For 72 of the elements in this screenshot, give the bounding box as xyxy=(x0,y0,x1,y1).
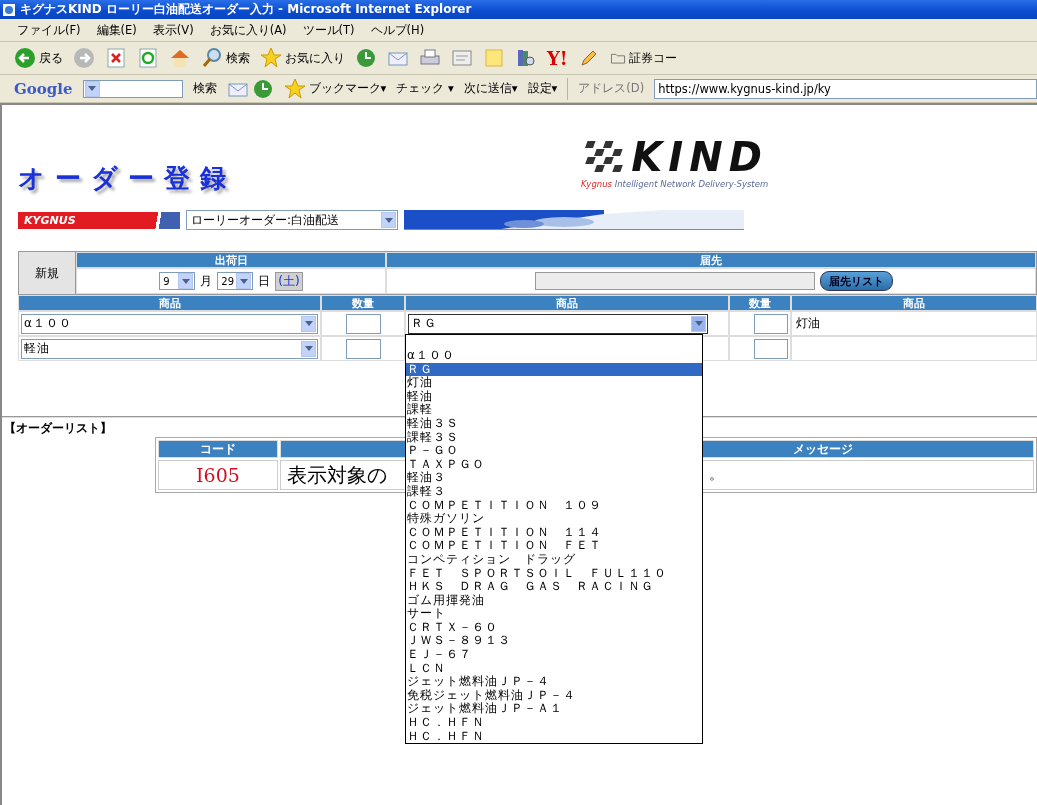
logo-tagline: Kygnus Intelligent Network Delivery-System xyxy=(581,179,769,189)
address-field[interactable]: https://www.kygnus-kind.jp/ky xyxy=(654,78,1037,99)
toolbar-button[interactable]: 次に送信▾ xyxy=(463,81,518,96)
day-unit: 日 xyxy=(258,272,271,290)
toolbar-button[interactable]: 設定▾ xyxy=(527,81,558,96)
menu-item[interactable]: 表示(V) xyxy=(149,22,197,38)
home-icon[interactable] xyxy=(169,47,191,69)
error-code: I605 xyxy=(158,460,278,490)
day-select[interactable]: 29 xyxy=(217,272,254,290)
quantity-field[interactable] xyxy=(754,313,788,334)
column-header: 商品 xyxy=(18,295,321,311)
mode-label: 新規 xyxy=(19,252,76,294)
history-icon[interactable] xyxy=(251,77,274,100)
star-icon[interactable] xyxy=(283,77,306,100)
toolbar-button[interactable]: チェック ▾ xyxy=(396,81,454,96)
month-unit: 月 xyxy=(200,272,213,290)
logo-wordmark: KIND xyxy=(631,135,768,179)
bookmark-menu[interactable]: ブックマーク▾ xyxy=(308,81,387,96)
column-header: 商品 xyxy=(791,295,1037,311)
destination-field[interactable] xyxy=(535,272,815,290)
column-header: 商品 xyxy=(405,295,729,311)
address-label: アドレス(D) xyxy=(578,81,645,96)
toolbar-label[interactable]: 証券コー xyxy=(628,50,677,66)
quantity-field[interactable] xyxy=(754,338,788,359)
column-header: コード xyxy=(158,440,278,458)
page-title: オーダー登録 xyxy=(18,162,236,195)
destination-list-button[interactable]: 届先リスト xyxy=(820,271,893,291)
quantity-field[interactable] xyxy=(346,338,381,359)
browser-icon xyxy=(2,2,16,17)
caret-icon xyxy=(384,217,393,223)
toolbar-label[interactable]: 検索 xyxy=(226,50,250,66)
caret-icon xyxy=(304,321,313,326)
menu-item[interactable]: 編集(E) xyxy=(93,22,140,38)
product-name: 灯油 xyxy=(795,315,820,332)
product-select[interactable]: ＲＧ xyxy=(408,313,708,334)
month-select[interactable]: 9 xyxy=(159,272,196,290)
title-text: キグナスKIND ローリー白油配送オーダー入力 - Microsoft Internet Explorer xyxy=(20,1,472,18)
yahoo-button[interactable]: Y! xyxy=(547,47,568,69)
refresh-icon[interactable] xyxy=(137,47,159,69)
dropdown-icon xyxy=(88,86,97,91)
product-select[interactable]: α１００ xyxy=(21,313,318,334)
search-icon[interactable] xyxy=(201,47,223,69)
order-type-select[interactable]: ローリーオーダー:白油配送 xyxy=(186,210,398,230)
message-text: 表示対象の xyxy=(286,461,387,489)
stop-icon[interactable] xyxy=(105,47,127,69)
column-header: 出荷日 xyxy=(76,252,386,268)
quantity-field[interactable] xyxy=(346,313,381,334)
column-header: 数量 xyxy=(729,295,791,311)
column-header: 数量 xyxy=(321,295,405,311)
weekday-label: (土) xyxy=(275,271,303,291)
google-search-field[interactable] xyxy=(82,79,183,98)
star-icon[interactable] xyxy=(260,47,282,69)
toolbar-button[interactable]: 検索 xyxy=(192,81,217,96)
caret-icon xyxy=(239,278,248,284)
toolbar-label[interactable]: お気に入り xyxy=(285,50,345,66)
research-icon[interactable] xyxy=(515,47,537,69)
caret-icon xyxy=(181,278,190,284)
column-header: 届先 xyxy=(386,252,1036,268)
menu-item[interactable]: ツール(T) xyxy=(299,22,358,38)
edit-icon[interactable] xyxy=(451,47,473,69)
caret-icon xyxy=(304,346,313,351)
menu-item[interactable]: お気に入り(A) xyxy=(206,22,290,38)
menu-item[interactable]: ヘルプ(H) xyxy=(367,22,428,38)
message-text: 。 xyxy=(709,466,723,484)
order-list-title: 【オーダーリスト】 xyxy=(4,420,112,437)
brand-banner: KYGNUS xyxy=(18,211,180,229)
product-select[interactable]: 軽油 xyxy=(21,338,318,359)
history-icon[interactable] xyxy=(355,47,377,69)
menu-item[interactable]: ファイル(F) xyxy=(14,22,84,38)
google-logo: Google xyxy=(14,79,73,98)
toolbar-label[interactable]: 戻る xyxy=(39,50,63,66)
caret-icon xyxy=(694,321,703,326)
